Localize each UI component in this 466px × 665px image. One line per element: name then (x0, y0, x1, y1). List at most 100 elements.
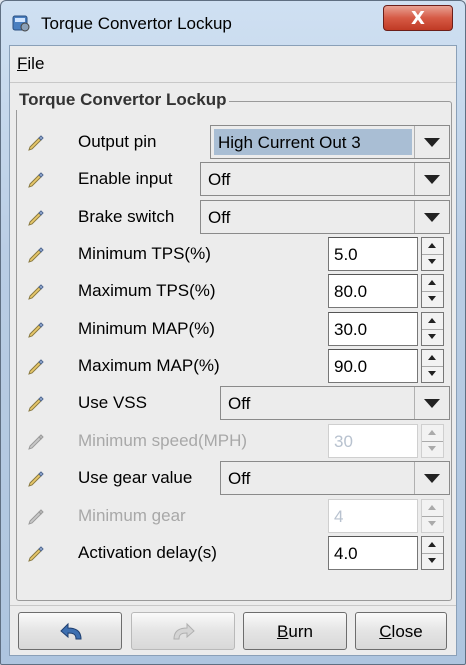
edit-pencil-icon (27, 507, 45, 525)
combo-value: High Current Out 3 (218, 133, 361, 152)
field-label: Minimum TPS(%) (78, 244, 211, 263)
close-mnemonic: C (379, 622, 392, 641)
spinner-down-icon[interactable] (422, 329, 443, 345)
field-row: Maximum MAP(%) 90.0 (10, 349, 456, 383)
spinner-down-icon[interactable] (422, 441, 443, 457)
edit-pencil-icon (27, 394, 45, 412)
edit-pencil-icon (27, 133, 45, 151)
field-label: Enable input (78, 169, 173, 188)
spinner-up-icon[interactable] (422, 425, 443, 442)
field-label: Maximum MAP(%) (78, 356, 220, 375)
edit-pencil-icon (27, 282, 45, 300)
spinner-up-icon[interactable] (422, 350, 443, 367)
spinner: 30 (328, 424, 444, 458)
field-row: Use gear value Off (10, 461, 456, 495)
spinner-buttons (421, 349, 444, 383)
close-button[interactable]: Close (355, 612, 447, 650)
spinner-down-icon[interactable] (422, 291, 443, 307)
chevron-down-icon[interactable] (414, 387, 449, 419)
bottom-divider (10, 605, 456, 606)
spinner-input[interactable]: 80.0 (328, 274, 418, 308)
edit-pencil-icon (27, 432, 45, 450)
field-row: Use VSS Off (10, 386, 456, 420)
burn-button[interactable]: Burn (243, 612, 347, 650)
chevron-down-icon[interactable] (414, 201, 449, 233)
spinner-value: 5.0 (334, 245, 358, 264)
spinner-down-icon[interactable] (422, 366, 443, 382)
menu-bar: File (10, 46, 456, 83)
combo-value: Off (208, 170, 231, 189)
spinner-up-icon[interactable] (422, 275, 443, 292)
field-row: Activation delay(s) 4.0 (10, 536, 456, 570)
edit-pencil-icon (27, 245, 45, 263)
edit-pencil-icon (27, 170, 45, 188)
spinner-buttons (421, 312, 444, 346)
spinner-input[interactable]: 5.0 (328, 237, 418, 271)
spinner-input[interactable]: 4.0 (328, 536, 418, 570)
edit-pencil-icon (27, 357, 45, 375)
chevron-down-icon[interactable] (414, 126, 449, 158)
combo-box[interactable]: Off (200, 200, 450, 234)
spinner-value: 90.0 (334, 357, 368, 376)
combo-box[interactable]: Off (200, 162, 450, 196)
spinner-up-icon[interactable] (422, 313, 443, 330)
combo-box[interactable]: Off (220, 386, 450, 420)
window-close-button[interactable]: X (383, 5, 453, 31)
spinner: 80.0 (328, 274, 444, 308)
spinner-buttons (421, 274, 444, 308)
field-label: Brake switch (78, 207, 175, 226)
menu-file-label: ile (27, 54, 45, 73)
field-row: Brake switch Off (10, 200, 456, 234)
spinner-down-icon[interactable] (422, 254, 443, 270)
combo-box[interactable]: High Current Out 3 (210, 125, 450, 159)
field-label: Maximum TPS(%) (78, 281, 216, 300)
field-label: Minimum MAP(%) (78, 319, 215, 338)
edit-pencil-icon (27, 208, 45, 226)
field-label: Use VSS (78, 393, 147, 412)
chevron-down-icon[interactable] (414, 462, 449, 494)
spinner-down-icon[interactable] (422, 553, 443, 569)
spinner-value: 30 (334, 432, 353, 451)
spinner-buttons (421, 424, 444, 458)
combo-value: Off (228, 394, 251, 413)
spinner: 30.0 (328, 312, 444, 346)
field-row: Enable input Off (10, 162, 456, 196)
close-label: Close (356, 622, 446, 642)
spinner-buttons (421, 536, 444, 570)
spinner-input[interactable]: 4 (328, 499, 418, 533)
field-label: Use gear value (78, 468, 193, 487)
redo-button[interactable] (131, 612, 235, 650)
combo-box[interactable]: Off (220, 461, 450, 495)
spinner-value: 80.0 (334, 282, 368, 301)
spinner-input[interactable]: 30.0 (328, 312, 418, 346)
chevron-down-icon[interactable] (414, 163, 449, 195)
spinner-up-icon[interactable] (422, 537, 443, 554)
burn-label-rest: urn (288, 622, 313, 641)
spinner-input[interactable]: 30 (328, 424, 418, 458)
edit-pencil-icon (27, 544, 45, 562)
window-title: Torque Convertor Lockup (41, 14, 232, 33)
spinner-up-icon[interactable] (422, 238, 443, 255)
spinner-value: 4 (334, 507, 344, 526)
spinner: 90.0 (328, 349, 444, 383)
field-row: Output pin High Current Out 3 (10, 125, 456, 159)
close-icon: X (411, 8, 425, 29)
redo-icon (173, 622, 195, 640)
spinner-down-icon[interactable] (422, 516, 443, 532)
edit-pencil-icon (27, 469, 45, 487)
spinner-buttons (421, 237, 444, 271)
undo-icon (60, 622, 82, 640)
combo-value: Off (208, 208, 231, 227)
close-label-rest: lose (391, 622, 423, 641)
field-row: Minimum speed(MPH) 30 (10, 424, 456, 458)
field-label: Minimum speed(MPH) (78, 431, 248, 450)
title-bar[interactable]: Torque Convertor Lockup X (1, 1, 465, 44)
spinner-value: 30.0 (334, 320, 368, 339)
spinner-input[interactable]: 90.0 (328, 349, 418, 383)
spinner: 4.0 (328, 536, 444, 570)
undo-button[interactable] (18, 612, 122, 650)
spinner-up-icon[interactable] (422, 500, 443, 517)
burn-label: Burn (244, 622, 346, 642)
app-settings-icon (12, 15, 30, 32)
menu-file[interactable]: File (17, 54, 44, 74)
